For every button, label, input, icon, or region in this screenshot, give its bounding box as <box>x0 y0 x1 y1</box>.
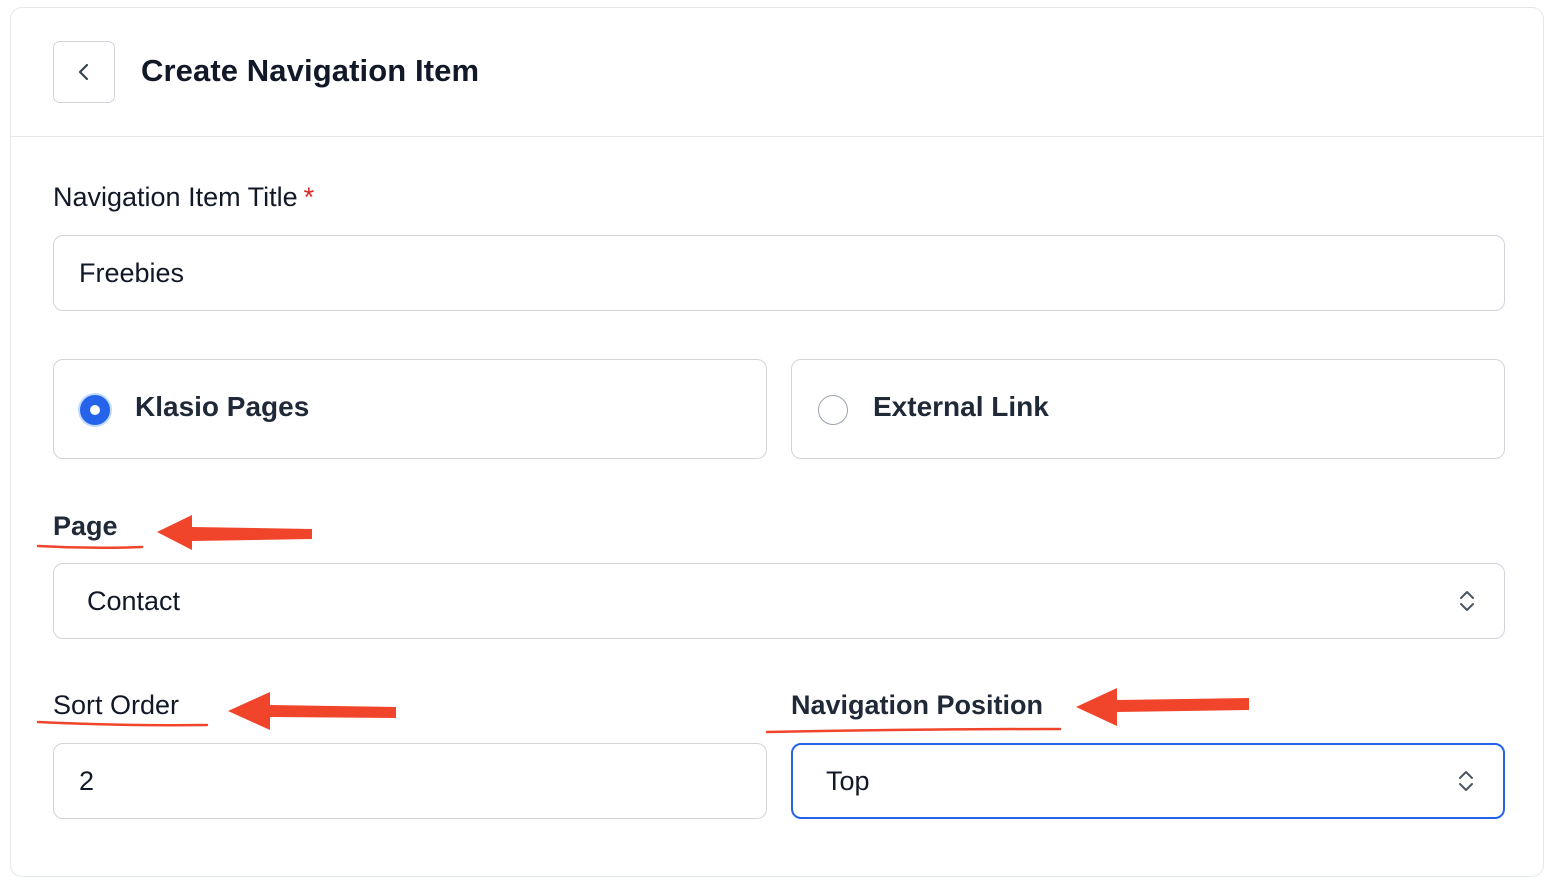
back-button[interactable] <box>53 41 115 103</box>
page-select[interactable]: Contact <box>53 563 1505 639</box>
navigation-position-label: Navigation Position <box>791 690 1044 720</box>
card-header: Create Navigation Item <box>11 8 1543 137</box>
title-input[interactable]: Freebies <box>53 235 1505 311</box>
required-marker: * <box>303 182 315 212</box>
sort-order-value: 2 <box>79 765 95 796</box>
sort-order-label: Sort Order <box>53 690 180 720</box>
navigation-position-value: Top <box>826 765 870 796</box>
title-label-text: Navigation Item Title <box>53 182 298 212</box>
form-card: Create Navigation Item Navigation Item T… <box>10 7 1544 877</box>
radio-label-klasio-pages: Klasio Pages <box>135 391 310 422</box>
title-input-value: Freebies <box>79 257 185 288</box>
page-field-label: Page <box>53 511 118 541</box>
sort-order-input[interactable]: 2 <box>53 743 767 819</box>
radio-selected-icon[interactable] <box>80 395 110 425</box>
link-type-option-klasio-pages[interactable]: Klasio Pages <box>53 359 767 459</box>
page-select-value: Contact <box>87 585 181 616</box>
radio-unselected-icon[interactable] <box>818 395 848 425</box>
chevron-up-down-icon <box>1460 591 1474 611</box>
radio-label-external-link: External Link <box>873 391 1049 422</box>
title-field-label: Navigation Item Title * <box>53 182 314 213</box>
navigation-position-select[interactable]: Top <box>791 743 1505 819</box>
link-type-option-external-link[interactable]: External Link <box>791 359 1505 459</box>
chevron-up-down-icon <box>1459 771 1473 791</box>
chevron-left-icon <box>78 63 89 81</box>
page-title: Create Navigation Item <box>141 53 480 88</box>
